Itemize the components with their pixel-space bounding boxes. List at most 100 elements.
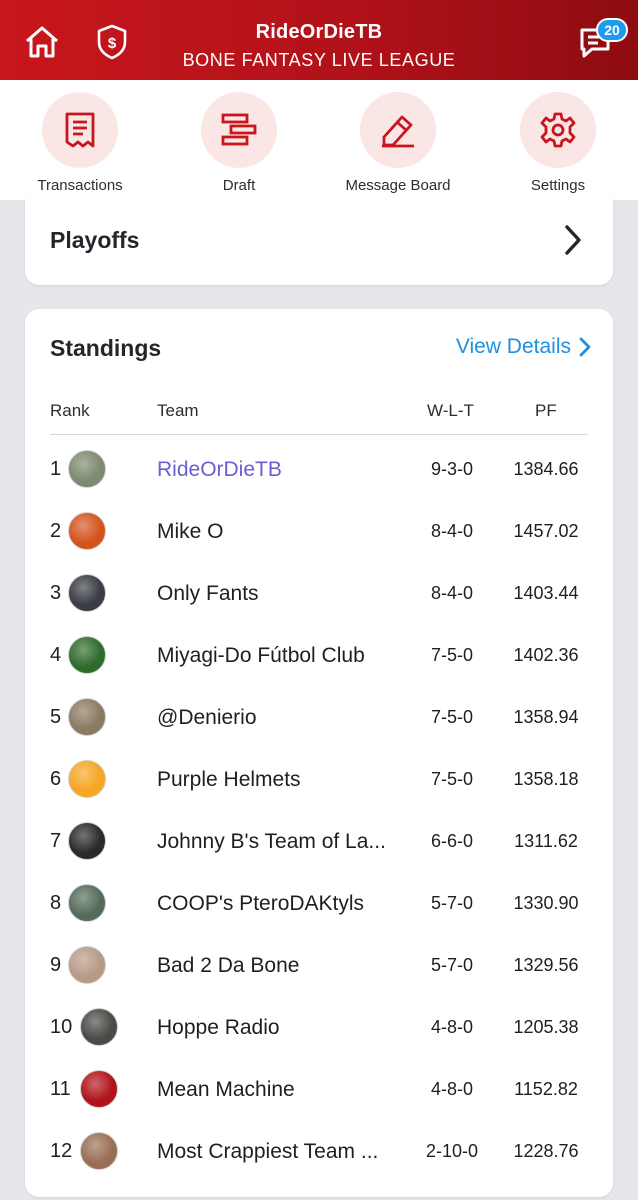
row-record: 7-5-0 bbox=[430, 645, 474, 665]
row-team-name[interactable]: Only Fants bbox=[157, 582, 402, 606]
table-row[interactable]: 4 Miyagi-Do Fútbol Club 7-5-0 1402.36 bbox=[25, 624, 613, 686]
row-record: 4-8-0 bbox=[430, 1017, 474, 1037]
row-points-for: 1330.90 bbox=[513, 893, 579, 913]
row-record: 8-4-0 bbox=[430, 583, 474, 603]
team-avatar bbox=[68, 946, 106, 984]
view-details-link[interactable]: View Details bbox=[456, 335, 591, 359]
row-rank: 7 bbox=[50, 830, 62, 852]
row-rank: 6 bbox=[50, 768, 62, 790]
row-team-name[interactable]: COOP's PteroDAKtyls bbox=[157, 892, 402, 916]
row-rank: 1 bbox=[50, 458, 62, 480]
table-row[interactable]: 8 COOP's PteroDAKtyls 5-7-0 1330.90 bbox=[25, 872, 613, 934]
row-rank: 3 bbox=[50, 582, 62, 604]
row-record: 9-3-0 bbox=[430, 459, 474, 479]
row-record: 7-5-0 bbox=[430, 769, 474, 789]
table-row[interactable]: 11 Mean Machine 4-8-0 1152.82 bbox=[25, 1058, 613, 1120]
table-row[interactable]: 3 Only Fants 8-4-0 1403.44 bbox=[25, 562, 613, 624]
league-team-title: RideOrDieTB bbox=[255, 21, 383, 43]
standings-card: Standings View Details Rank Team W-L-T P… bbox=[25, 309, 613, 1197]
team-avatar bbox=[80, 1008, 118, 1046]
league-name: BONE FANTASY LIVE LEAGUE bbox=[182, 50, 456, 70]
table-row[interactable]: 7 Johnny B's Team of La... 6-6-0 1311.62 bbox=[25, 810, 613, 872]
row-points-for: 1358.94 bbox=[513, 707, 579, 727]
row-record: 6-6-0 bbox=[430, 831, 474, 851]
draft-button[interactable]: Draft bbox=[159, 92, 319, 194]
row-points-for: 1205.38 bbox=[513, 1017, 579, 1037]
row-rank: 8 bbox=[50, 892, 62, 914]
row-points-for: 1403.44 bbox=[513, 583, 579, 603]
row-rank: 5 bbox=[50, 706, 62, 728]
row-team-name[interactable]: @Denierio bbox=[157, 706, 402, 730]
row-team-name[interactable]: Bad 2 Da Bone bbox=[157, 954, 402, 978]
row-points-for: 1228.76 bbox=[513, 1141, 579, 1161]
row-rank: 11 bbox=[50, 1078, 71, 1100]
row-record: 4-8-0 bbox=[430, 1079, 474, 1099]
table-row[interactable]: 5 @Denierio 7-5-0 1358.94 bbox=[25, 686, 613, 748]
team-avatar bbox=[80, 1070, 118, 1108]
app-header: $ RideOrDieTB BONE FANTASY LIVE LEAGUE 2… bbox=[0, 0, 638, 80]
team-avatar bbox=[68, 884, 106, 922]
team-avatar bbox=[68, 822, 106, 860]
team-avatar bbox=[68, 450, 106, 488]
row-points-for: 1358.18 bbox=[513, 769, 579, 789]
table-row[interactable]: 12 Most Crappiest Team ... 2-10-0 1228.76 bbox=[25, 1120, 613, 1182]
table-row[interactable]: 10 Hoppe Radio 4-8-0 1205.38 bbox=[25, 996, 613, 1058]
receipt-icon bbox=[65, 112, 95, 148]
team-avatar bbox=[68, 574, 106, 612]
row-points-for: 1311.62 bbox=[514, 831, 578, 851]
row-team-name[interactable]: Miyagi-Do Fútbol Club bbox=[157, 644, 402, 668]
column-header-team: Team bbox=[157, 401, 199, 420]
view-details-label: View Details bbox=[455, 335, 571, 358]
column-header-pf: PF bbox=[535, 401, 557, 420]
row-team-name[interactable]: Most Crappiest Team ... bbox=[157, 1140, 402, 1164]
message-board-button[interactable]: Message Board bbox=[318, 92, 478, 194]
row-points-for: 1384.66 bbox=[513, 459, 579, 479]
row-team-name[interactable]: Mean Machine bbox=[157, 1078, 402, 1102]
table-row[interactable]: 6 Purple Helmets 7-5-0 1358.18 bbox=[25, 748, 613, 810]
row-rank: 12 bbox=[50, 1140, 73, 1162]
playoffs-label: Playoffs bbox=[50, 227, 140, 253]
transactions-label: Transactions bbox=[37, 177, 123, 194]
row-record: 8-4-0 bbox=[430, 521, 474, 541]
row-rank: 9 bbox=[50, 954, 62, 976]
row-points-for: 1152.82 bbox=[514, 1079, 578, 1099]
row-team-name[interactable]: Mike O bbox=[157, 520, 402, 544]
row-record: 7-5-0 bbox=[430, 707, 474, 727]
column-header-wlt: W-L-T bbox=[427, 401, 474, 420]
playoffs-card[interactable]: Playoffs bbox=[25, 196, 613, 285]
team-avatar bbox=[68, 512, 106, 550]
row-rank: 10 bbox=[50, 1016, 73, 1038]
gear-icon bbox=[540, 112, 576, 148]
message-board-label: Message Board bbox=[345, 177, 451, 194]
notification-badge: 20 bbox=[596, 18, 628, 42]
settings-label: Settings bbox=[530, 177, 586, 194]
team-avatar bbox=[68, 636, 106, 674]
team-avatar bbox=[80, 1132, 118, 1170]
row-rank: 2 bbox=[50, 520, 62, 542]
row-points-for: 1402.36 bbox=[513, 645, 579, 665]
quick-nav: Transactions Draft Message Board Setting… bbox=[0, 80, 638, 200]
row-team-name[interactable]: Hoppe Radio bbox=[157, 1016, 402, 1040]
row-record: 5-7-0 bbox=[430, 955, 474, 975]
chevron-right-icon bbox=[579, 337, 591, 357]
row-points-for: 1457.02 bbox=[513, 521, 579, 541]
row-points-for: 1329.56 bbox=[513, 955, 579, 975]
transactions-button[interactable]: Transactions bbox=[0, 92, 160, 194]
row-team-name[interactable]: Purple Helmets bbox=[157, 768, 402, 792]
table-row[interactable]: 9 Bad 2 Da Bone 5-7-0 1329.56 bbox=[25, 934, 613, 996]
draft-label: Draft bbox=[222, 177, 256, 194]
table-row[interactable]: 1 RideOrDieTB 9-3-0 1384.66 bbox=[25, 438, 613, 500]
header-divider bbox=[50, 434, 588, 435]
pencil-icon bbox=[382, 115, 414, 148]
team-avatar bbox=[68, 698, 106, 736]
table-row[interactable]: 2 Mike O 8-4-0 1457.02 bbox=[25, 500, 613, 562]
settings-button[interactable]: Settings bbox=[478, 92, 638, 194]
row-record: 5-7-0 bbox=[430, 893, 474, 913]
row-rank: 4 bbox=[50, 644, 62, 666]
column-header-rank: Rank bbox=[50, 401, 90, 420]
row-team-name[interactable]: RideOrDieTB bbox=[157, 458, 402, 482]
chevron-right-icon bbox=[565, 225, 581, 255]
standings-title: Standings bbox=[50, 335, 162, 361]
draft-icon bbox=[221, 113, 257, 146]
row-team-name[interactable]: Johnny B's Team of La... bbox=[157, 830, 402, 854]
